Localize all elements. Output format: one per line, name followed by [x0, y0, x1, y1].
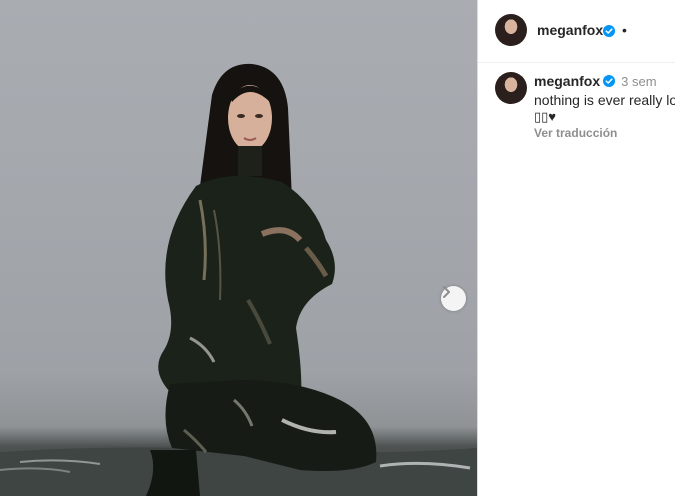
comment-text: nothing is ever really lo	[534, 92, 675, 108]
see-translation-button[interactable]: Ver traducción	[534, 126, 617, 140]
verified-badge-icon	[603, 25, 615, 37]
post-side-panel: meganfox • meganfox 3 sem nothing is eve…	[478, 0, 675, 496]
comment-emoji-line: ▯▯♥	[534, 109, 557, 124]
comment-username[interactable]: meganfox	[534, 73, 600, 89]
comment-avatar[interactable]	[495, 72, 527, 104]
verified-badge-icon	[603, 75, 616, 87]
header-username[interactable]: meganfox	[537, 22, 603, 38]
header-separator: •	[622, 22, 627, 38]
post-photo[interactable]	[0, 0, 477, 496]
photo-illustration	[0, 63, 477, 496]
post-header: meganfox •	[478, 0, 675, 63]
comment-meta: meganfox 3 sem	[534, 73, 657, 89]
next-photo-button[interactable]	[441, 286, 466, 311]
avatar[interactable]	[495, 14, 527, 46]
chevron-right-icon	[443, 286, 450, 298]
comment-timestamp[interactable]: 3 sem	[621, 74, 656, 89]
